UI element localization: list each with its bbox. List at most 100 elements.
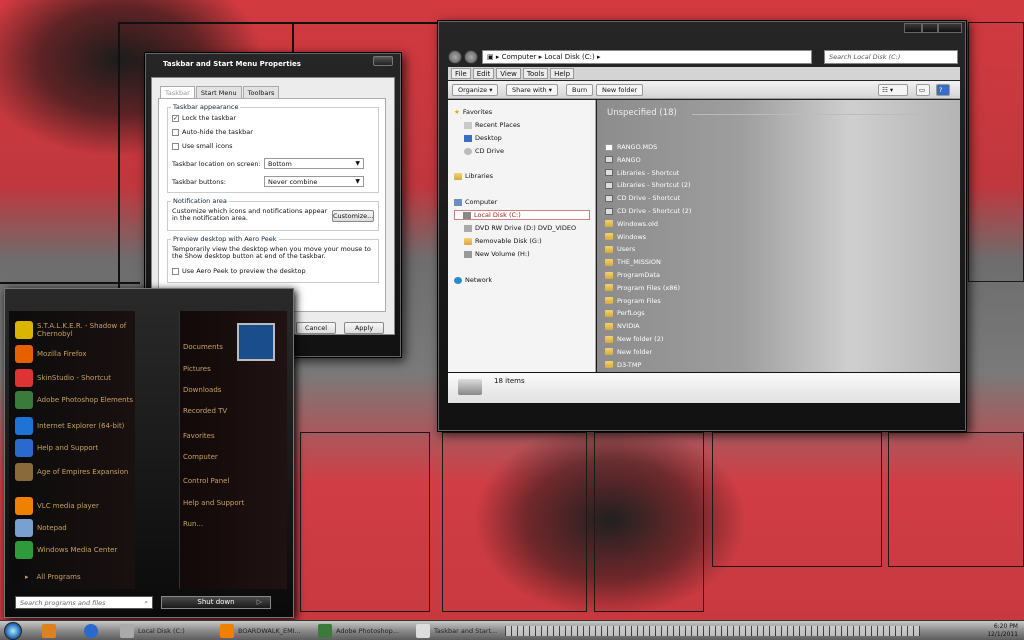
menu-file[interactable]: File [451,68,471,79]
search-input[interactable]: Search Local Disk (C:) [824,50,958,64]
breadcrumb-computer[interactable]: Computer [502,53,537,61]
file-item[interactable]: D3-TMP [605,361,641,369]
file-item[interactable]: PerfLogs [605,309,645,317]
aero-peek-checkbox[interactable] [172,267,179,275]
taskbar-button-properties[interactable]: Taskbar and Start... [416,623,497,639]
lock-taskbar-checkbox[interactable]: ✓ [172,114,179,122]
shutdown-button[interactable]: Shut down ▷ [161,596,271,609]
nav-favorites[interactable]: ★ Favorites [454,108,492,116]
apply-button[interactable]: Apply [344,322,384,334]
burn-button[interactable]: Burn [566,84,594,96]
file-name: CD Drive - Shortcut [617,194,681,203]
aero-peek-row: Use Aero Peek to preview the desktop [172,267,306,275]
program-item[interactable]: Windows Media Center [15,541,135,559]
back-button[interactable] [448,50,462,64]
file-name: New folder (2) [617,335,664,343]
taskbar-button-photoshop[interactable]: Adobe Photoshop... [318,623,399,639]
dropdown-value: Bottom [268,160,292,168]
organize-button[interactable]: Organize ▾ [452,84,499,96]
file-item[interactable]: New folder [605,348,652,356]
taskbar-button-explorer[interactable]: Local Disk (C:) [120,623,185,639]
preview-pane-icon[interactable]: ▭ [916,84,930,96]
program-item[interactable]: Internet Explorer (64-bit) [15,417,135,435]
clock-date: 12/1/2011 [987,631,1018,638]
program-item[interactable]: S.T.A.L.K.E.R. - Shadow of Chernobyl [15,321,135,339]
place-item[interactable]: Computer [183,453,218,461]
program-item[interactable]: Adobe Photoshop Elements [15,391,135,409]
nav-libraries[interactable]: Libraries [454,172,493,180]
view-options-button[interactable]: ☷ ▾ [878,84,908,96]
file-item[interactable]: Libraries - Shortcut (2) [605,181,691,189]
place-item[interactable]: Help and Support [183,499,244,507]
share-with-button[interactable]: Share with ▾ [506,84,558,96]
taskbar-label: Taskbar and Start... [434,627,498,635]
place-item[interactable]: Documents [183,343,223,351]
buttons-dropdown[interactable]: Never combine ▼ [264,176,364,187]
program-item[interactable]: Age of Empires Expansion [15,463,135,481]
file-item[interactable]: Windows [605,233,646,241]
start-search-input[interactable]: Search programs and files ⌕ [15,596,153,609]
user-picture[interactable] [237,323,275,361]
file-name: Program Files [617,296,661,305]
customize-button[interactable]: Customize... [332,210,374,222]
file-item[interactable]: New folder (2) [605,335,663,343]
file-item[interactable]: Libraries - Shortcut [605,169,679,177]
close-button[interactable] [938,23,962,33]
file-item[interactable]: Program Files [605,297,661,305]
file-item[interactable]: CD Drive - Shortcut (2) [605,207,691,215]
taskbar-button-vlc[interactable]: BOARDWALK_EMI... [220,623,301,639]
menu-help[interactable]: Help [550,68,575,79]
file-item[interactable]: Users [605,245,635,253]
help-icon[interactable]: ? [936,84,950,96]
program-item[interactable]: Help and Support [15,439,135,457]
place-item[interactable]: Favorites [183,432,215,440]
close-button[interactable] [373,56,393,66]
program-item[interactable]: SkinStudio - Shortcut [15,369,135,387]
all-programs-button[interactable]: ▸ All Programs [25,573,81,581]
place-item[interactable]: Recorded TV [183,407,227,415]
nav-new-volume[interactable]: New Volume (H:) [464,250,530,258]
nav-removable-disk[interactable]: Removable Disk (G:) [464,237,542,245]
taskbar-label: BOARDWALK_EMI... [238,627,301,635]
program-item[interactable]: VLC media player [15,497,135,515]
clock[interactable]: 6:20 PM 12/1/2011 [987,623,1018,639]
file-item[interactable]: RANGO.MDS [605,143,657,151]
file-item[interactable]: ProgramData [605,271,660,279]
nav-local-disk[interactable]: Local Disk (C:) [454,210,590,220]
place-item[interactable]: Downloads [183,386,221,394]
place-item[interactable]: Run... [183,520,203,528]
program-item[interactable]: Mozilla Firefox [15,345,135,363]
menu-tools[interactable]: Tools [522,68,549,79]
menu-view[interactable]: View [496,68,521,79]
nav-label: DVD RW Drive (D:) DVD_VIDEO [475,224,577,232]
small-icons-checkbox[interactable] [172,142,179,150]
place-item[interactable]: Control Panel [183,477,229,485]
nav-dvd-drive[interactable]: DVD RW Drive (D:) DVD_VIDEO [464,224,576,232]
pinned-app-icon[interactable] [84,623,102,639]
file-item[interactable]: RANGO [605,156,641,164]
pinned-app-icon[interactable] [42,623,60,639]
location-dropdown[interactable]: Bottom ▼ [264,158,364,169]
file-item[interactable]: THE_MISSION [605,258,661,266]
nav-desktop[interactable]: Desktop [464,134,502,142]
nav-computer[interactable]: Computer [454,198,497,206]
file-item[interactable]: NVIDIA [605,322,640,330]
minimize-button[interactable] [904,23,922,33]
new-folder-button[interactable]: New folder [596,84,644,96]
file-item[interactable]: Program Files (x86) [605,284,680,292]
file-item[interactable]: CD Drive - Shortcut [605,194,680,202]
autohide-checkbox[interactable] [172,128,179,136]
address-bar[interactable]: ▣ ▸ Computer ▸ Local Disk (C:) ▸ [482,50,812,64]
place-item[interactable]: Pictures [183,365,211,373]
cancel-button[interactable]: Cancel [296,322,336,334]
menu-edit[interactable]: Edit [472,68,495,79]
maximize-button[interactable] [922,23,938,33]
nav-recent-places[interactable]: Recent Places [464,121,520,129]
start-button[interactable] [4,622,22,640]
forward-button[interactable] [464,50,478,64]
breadcrumb-local-disk[interactable]: Local Disk (C:) [544,53,594,61]
program-item[interactable]: Notepad [15,519,135,537]
nav-cd-drive[interactable]: CD Drive [464,147,504,155]
nav-network[interactable]: Network [454,276,492,284]
file-item[interactable]: Windows.old [605,220,658,228]
